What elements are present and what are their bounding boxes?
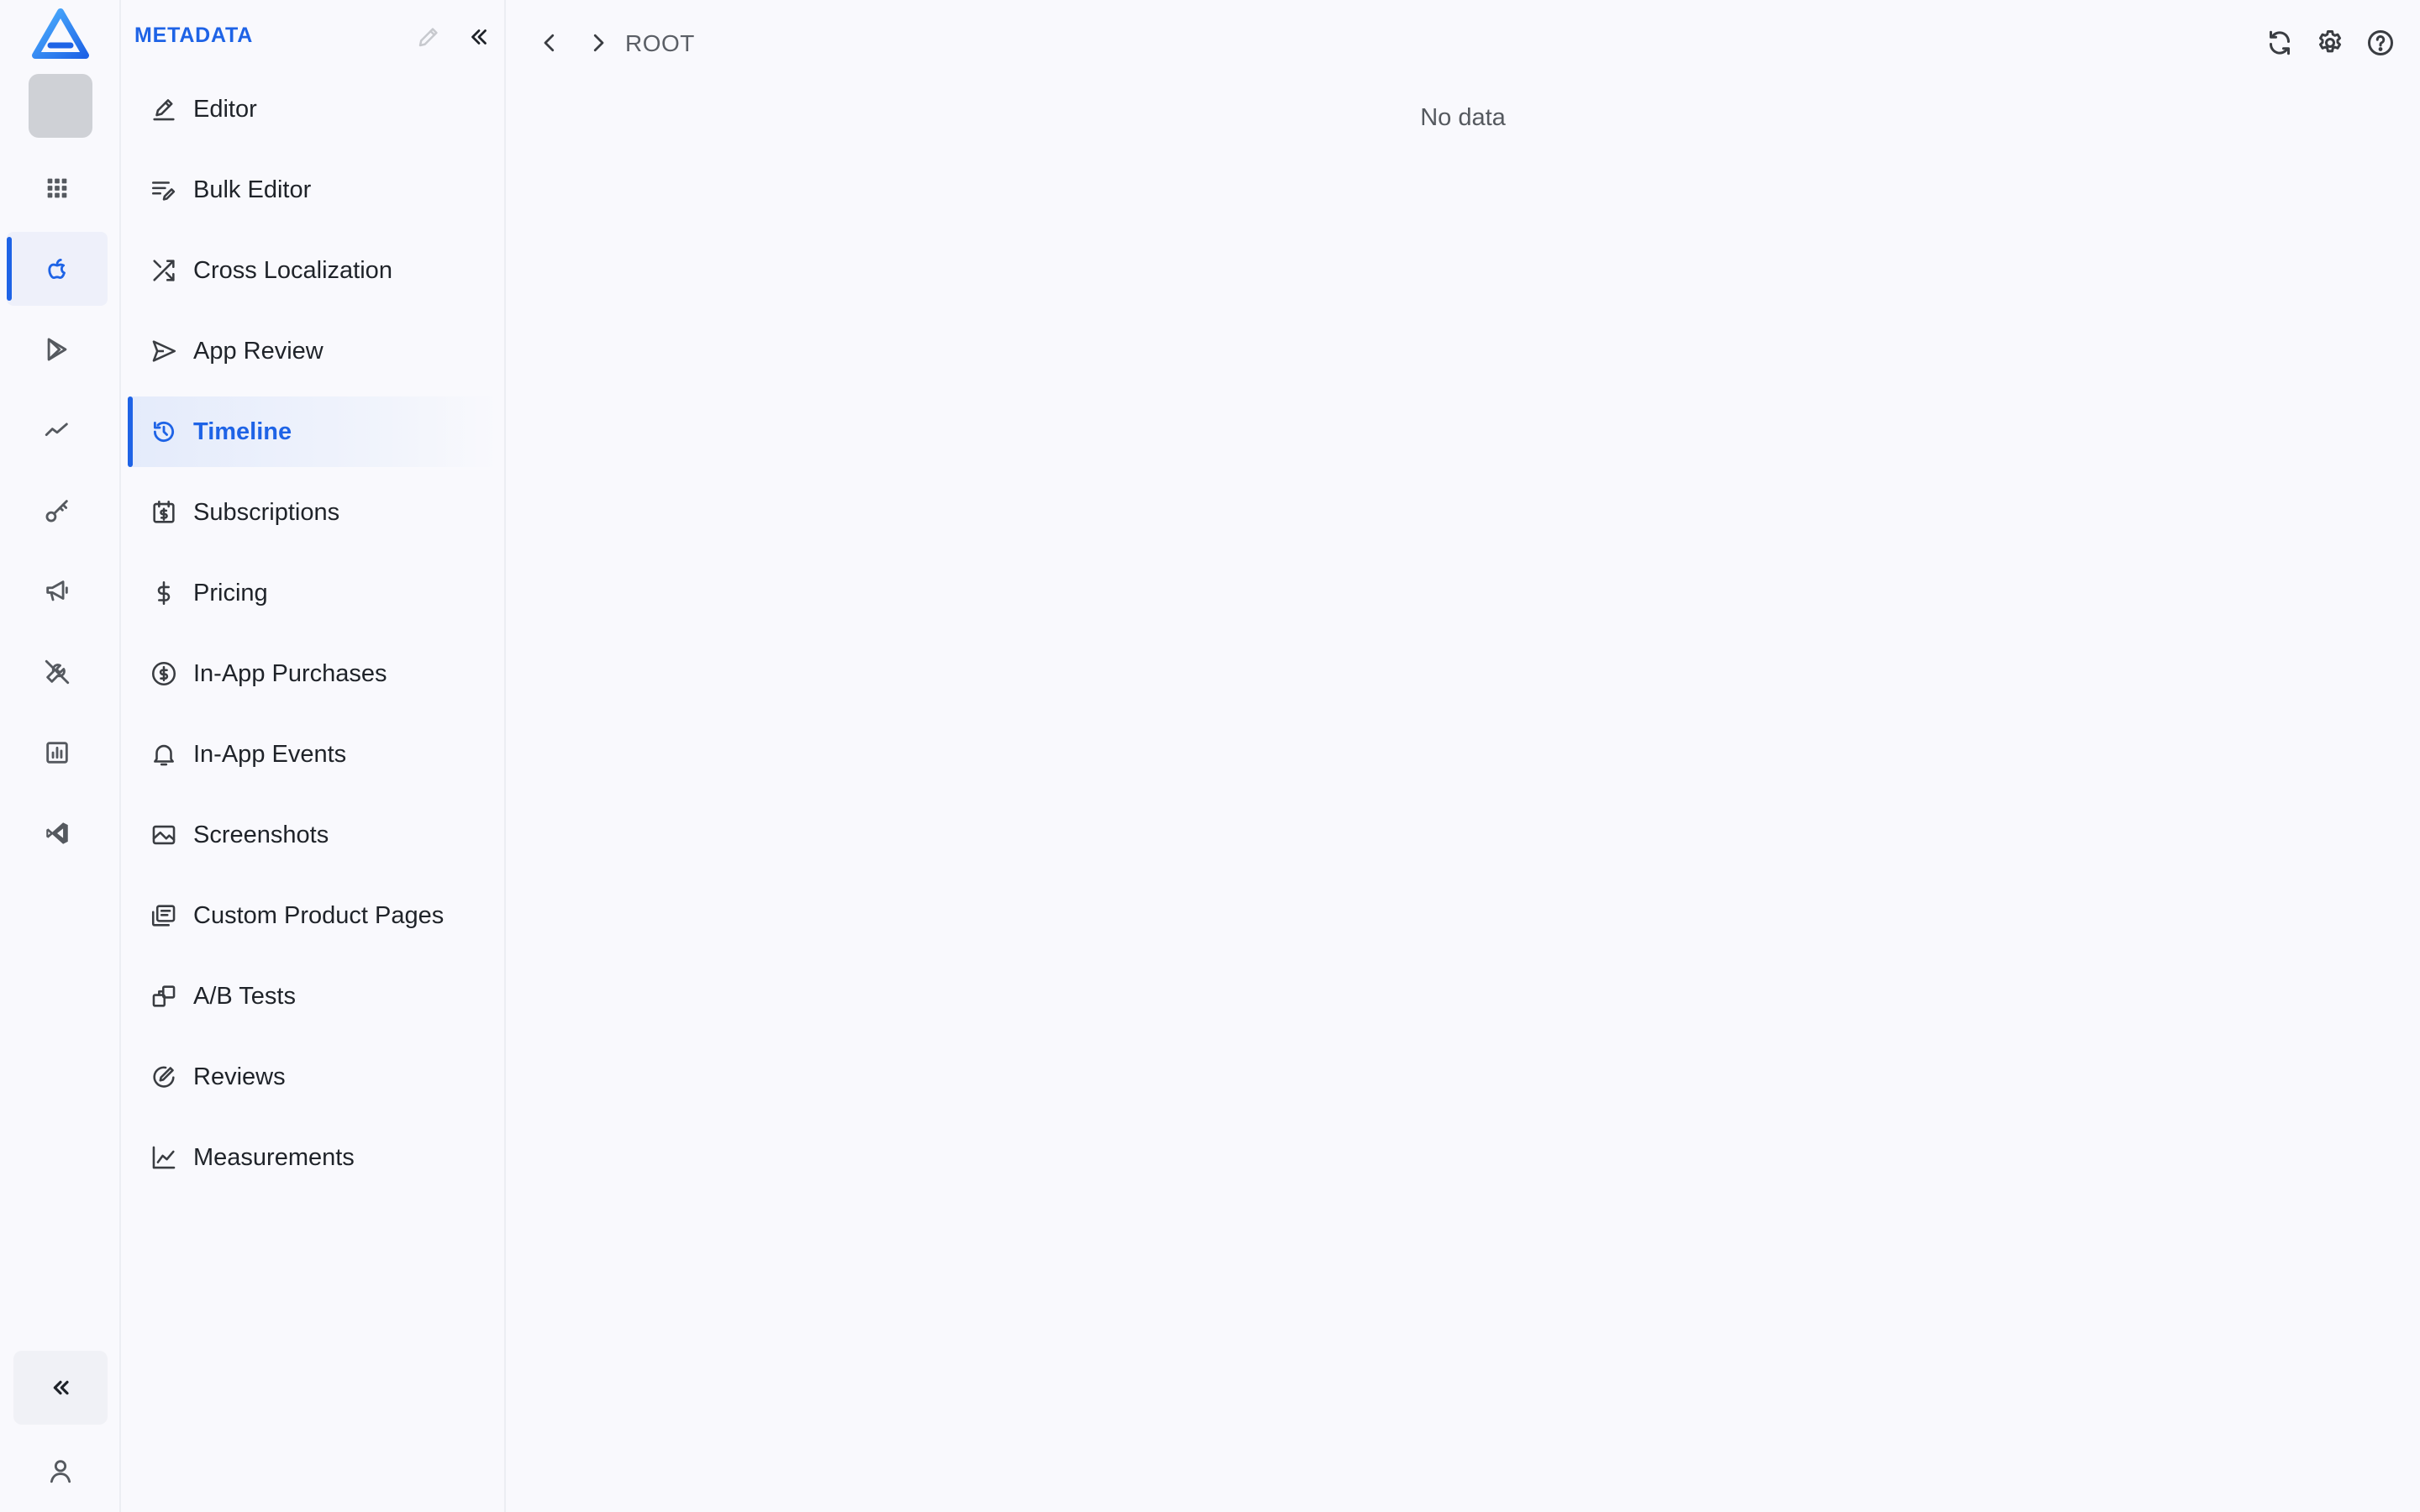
pen-icon (153, 99, 175, 121)
nav-item-label: Timeline (193, 417, 292, 445)
settings-button[interactable] (2312, 25, 2348, 60)
nav-item-label: Screenshots (193, 821, 329, 848)
panel-title: METADATA (134, 24, 254, 47)
rail-item-apps[interactable] (7, 151, 108, 225)
nav-item-measurements[interactable]: Measurements (128, 1122, 497, 1193)
ab-test-icon (152, 985, 176, 1007)
nav-item-label: In-App Purchases (193, 659, 387, 687)
breadcrumb[interactable]: ROOT (625, 30, 695, 57)
vscode-icon (46, 822, 68, 844)
rail-item-google-play[interactable] (7, 312, 108, 386)
nav-item-in-app-events[interactable]: In-App Events (128, 719, 497, 790)
rail-item-campaigns[interactable] (7, 554, 108, 628)
shuffle-icon (153, 260, 175, 281)
image-icon (152, 825, 176, 845)
bar-chart-icon (46, 742, 68, 764)
nav-item-label: Bulk Editor (193, 176, 312, 203)
gear-icon (2318, 30, 2342, 53)
chevron-right-icon (593, 34, 604, 52)
review-icon (153, 1066, 175, 1088)
nav-item-label: Reviews (193, 1063, 286, 1090)
empty-state-text: No data (1420, 104, 1506, 131)
back-button[interactable] (533, 25, 566, 60)
forward-button[interactable] (581, 25, 615, 60)
pencil-icon (418, 28, 438, 47)
rail-item-keywords[interactable] (7, 474, 108, 548)
nav-item-label: Editor (193, 95, 257, 123)
nav-item-label: A/B Tests (193, 982, 296, 1010)
app-logo-icon[interactable] (32, 8, 89, 59)
panel-collapse-button[interactable] (462, 20, 496, 54)
nav-item-bulk-editor[interactable]: Bulk Editor (128, 155, 497, 225)
tools-icon (45, 659, 70, 685)
nav-item-reviews[interactable]: Reviews (128, 1042, 497, 1112)
rail-item-analytics[interactable] (7, 393, 108, 467)
apple-icon (48, 258, 66, 280)
nav-item-timeline[interactable]: Timeline (128, 396, 497, 467)
nav-item-in-app-purchases[interactable]: In-App Purchases (128, 638, 497, 709)
line-chart-icon (152, 1146, 176, 1169)
nav-item-pricing[interactable]: Pricing (128, 558, 497, 628)
subscription-icon (153, 500, 175, 523)
send-icon (152, 340, 176, 362)
nav-item-subscriptions[interactable]: Subscriptions (128, 477, 497, 548)
rail-item-tools[interactable] (7, 635, 108, 709)
chevron-left-icon (544, 34, 555, 52)
rail-item-reports[interactable] (7, 716, 108, 790)
chevrons-left-icon (53, 1380, 69, 1395)
metadata-panel: METADATA Editor Bulk Editor Cross Locali… (121, 0, 506, 1512)
app-avatar[interactable] (29, 74, 92, 138)
top-bar: ROOT (506, 0, 2420, 84)
nav-item-ab-tests[interactable]: A/B Tests (128, 961, 497, 1032)
chevrons-left-icon (471, 29, 487, 45)
user-icon (50, 1460, 71, 1483)
app-root: METADATA Editor Bulk Editor Cross Locali… (0, 0, 2420, 1512)
history-icon (153, 421, 175, 442)
nav-item-app-review[interactable]: App Review (128, 316, 497, 386)
nav-item-custom-product-pages[interactable]: Custom Product Pages (128, 880, 497, 951)
main-content: ROOT No data (506, 0, 2420, 1512)
trend-icon (45, 423, 68, 437)
nav-item-label: Cross Localization (193, 256, 392, 284)
key-icon (45, 500, 68, 522)
help-button[interactable] (2363, 25, 2398, 60)
rail-item-app-store[interactable] (7, 232, 108, 306)
nav-item-label: Custom Product Pages (193, 901, 445, 929)
nav-item-label: Measurements (193, 1143, 355, 1171)
refresh-button[interactable] (2262, 25, 2297, 60)
grid-icon (47, 178, 67, 198)
rail-item-integrations[interactable] (7, 796, 108, 870)
google-play-icon (47, 338, 67, 361)
icon-rail (0, 0, 121, 1512)
refresh-icon (2269, 30, 2291, 55)
bell-icon (154, 744, 174, 766)
nav-item-label: App Review (193, 337, 324, 365)
panel-edit-button[interactable] (412, 20, 445, 54)
megaphone-icon (46, 580, 68, 601)
dollar-icon (157, 580, 171, 606)
user-menu-button[interactable] (29, 1441, 92, 1500)
nav-item-label: Subscriptions (193, 498, 340, 526)
nav-item-label: In-App Events (193, 740, 347, 768)
coin-icon (151, 661, 176, 686)
panel-header: METADATA (121, 0, 504, 72)
nav-item-screenshots[interactable]: Screenshots (128, 800, 497, 870)
nav-item-cross-localization[interactable]: Cross Localization (128, 235, 497, 306)
pages-icon (151, 905, 176, 927)
bulk-edit-icon (151, 181, 176, 201)
help-icon (2368, 30, 2393, 55)
nav-item-label: Pricing (193, 579, 268, 606)
nav-item-editor[interactable]: Editor (128, 74, 497, 144)
rail-collapse-button[interactable] (13, 1351, 108, 1425)
metadata-nav-list: Editor Bulk Editor Cross Localization Ap… (128, 74, 497, 1203)
